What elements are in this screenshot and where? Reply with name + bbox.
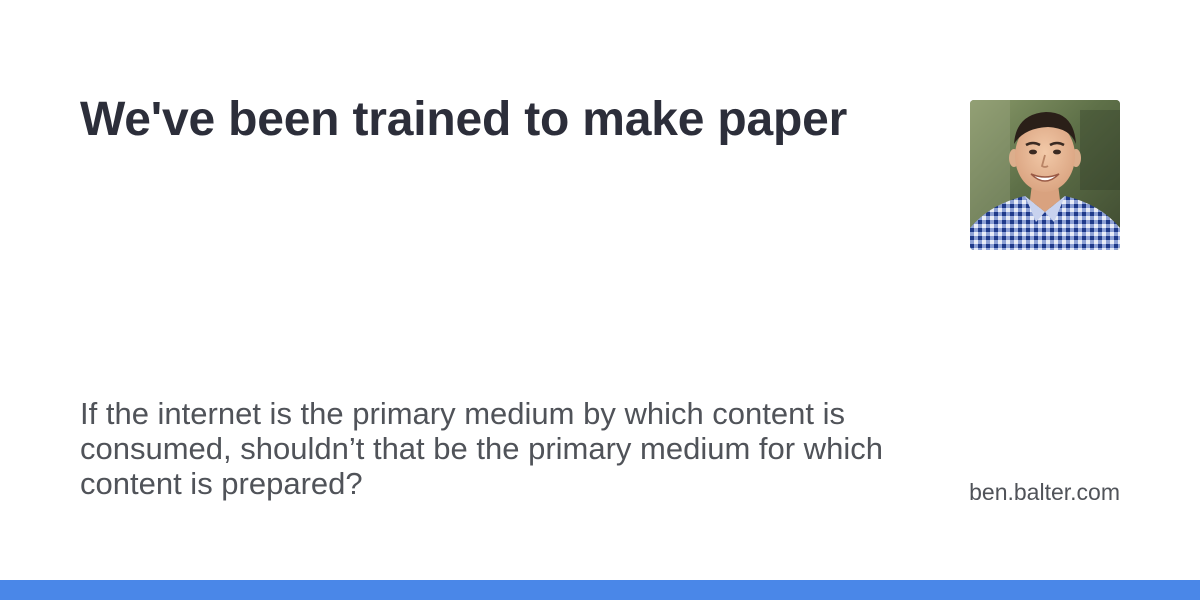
author-avatar (970, 100, 1120, 250)
accent-bar (0, 580, 1200, 600)
site-domain: ben.balter.com (969, 479, 1120, 505)
post-title: We've been trained to make paper (80, 93, 848, 146)
social-card: We've been trained to make paper If the … (0, 0, 1200, 600)
author-photo-icon (970, 100, 1120, 250)
post-description: If the internet is the primary medium by… (80, 396, 883, 501)
